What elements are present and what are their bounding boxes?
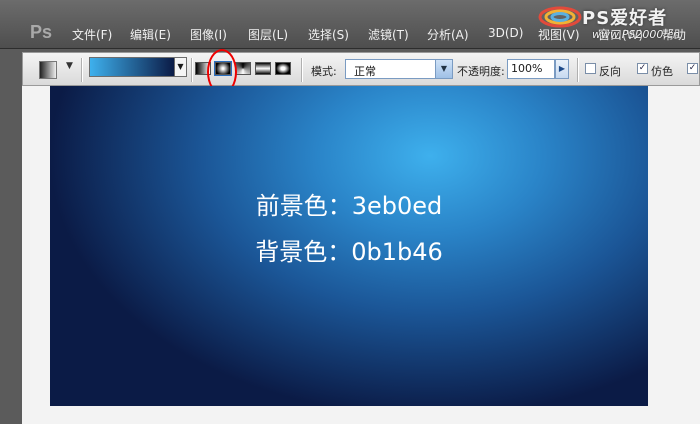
menu-3d[interactable]: 3D(D)	[488, 26, 523, 40]
photoshop-logo: Ps	[30, 22, 53, 42]
transparency-checkbox[interactable]: ✓	[687, 63, 698, 74]
workspace-bottom	[22, 406, 700, 424]
blend-mode-select[interactable]: 正常 ▼	[345, 59, 453, 79]
gradient-picker-dropdown-icon[interactable]: ▼	[175, 57, 187, 77]
divider	[577, 58, 579, 82]
opacity-input[interactable]: 100%	[507, 59, 555, 79]
tool-preset-dropdown-icon[interactable]: ▼	[66, 61, 73, 71]
document-canvas[interactable]: 前景色：3eb0ed 背景色：0b1b46	[50, 86, 648, 406]
site-watermark: PS爱好者 www.PS2000.cn	[536, 0, 696, 48]
reverse-checkbox[interactable]	[585, 63, 596, 74]
options-bar: ▼ ▼ 模式: 正常 ▼ 不透明度: 100% ▶ 反向 ✓ 仿色 ✓	[22, 49, 700, 95]
divider	[191, 58, 193, 82]
foreground-color-text: 前景色：3eb0ed	[255, 192, 443, 220]
mode-label: 模式:	[311, 65, 337, 78]
background-color-text: 背景色：0b1b46	[255, 238, 443, 266]
chevron-down-icon[interactable]: ▼	[435, 60, 452, 78]
radial-gradient-icon[interactable]	[214, 61, 232, 76]
menu-file[interactable]: 文件(F)	[72, 26, 112, 43]
tool-preset-picker[interactable]	[39, 61, 57, 79]
dither-checkbox[interactable]: ✓	[637, 63, 648, 74]
opacity-slider-button[interactable]: ▶	[555, 59, 569, 79]
dither-label: 仿色	[651, 65, 673, 78]
blend-mode-value: 正常	[354, 65, 376, 78]
divider	[301, 58, 303, 82]
watermark-text: PS爱好者	[582, 8, 668, 29]
menu-filter[interactable]: 滤镜(T)	[368, 26, 409, 43]
reflected-gradient-icon[interactable]	[255, 62, 271, 75]
menu-bar: Ps 文件(F) 编辑(E) 图像(I) 图层(L) 选择(S) 滤镜(T) 分…	[0, 0, 700, 49]
menu-image[interactable]: 图像(I)	[190, 26, 227, 43]
opacity-label: 不透明度:	[457, 65, 505, 78]
gradient-editor-swatch[interactable]	[89, 57, 175, 77]
menu-analysis[interactable]: 分析(A)	[427, 26, 469, 43]
divider	[81, 58, 83, 82]
reverse-label: 反向	[599, 65, 621, 78]
workspace-left	[22, 86, 50, 424]
menu-edit[interactable]: 编辑(E)	[130, 26, 171, 43]
angle-gradient-icon[interactable]	[235, 62, 251, 75]
watermark-url: www.PS2000.cn	[592, 28, 680, 41]
linear-gradient-icon[interactable]	[195, 62, 211, 75]
diamond-gradient-icon[interactable]	[275, 62, 291, 75]
menu-layer[interactable]: 图层(L)	[248, 26, 288, 43]
watermark-swirl-icon	[538, 6, 582, 28]
menu-select[interactable]: 选择(S)	[308, 26, 349, 43]
workspace-right	[648, 86, 700, 424]
